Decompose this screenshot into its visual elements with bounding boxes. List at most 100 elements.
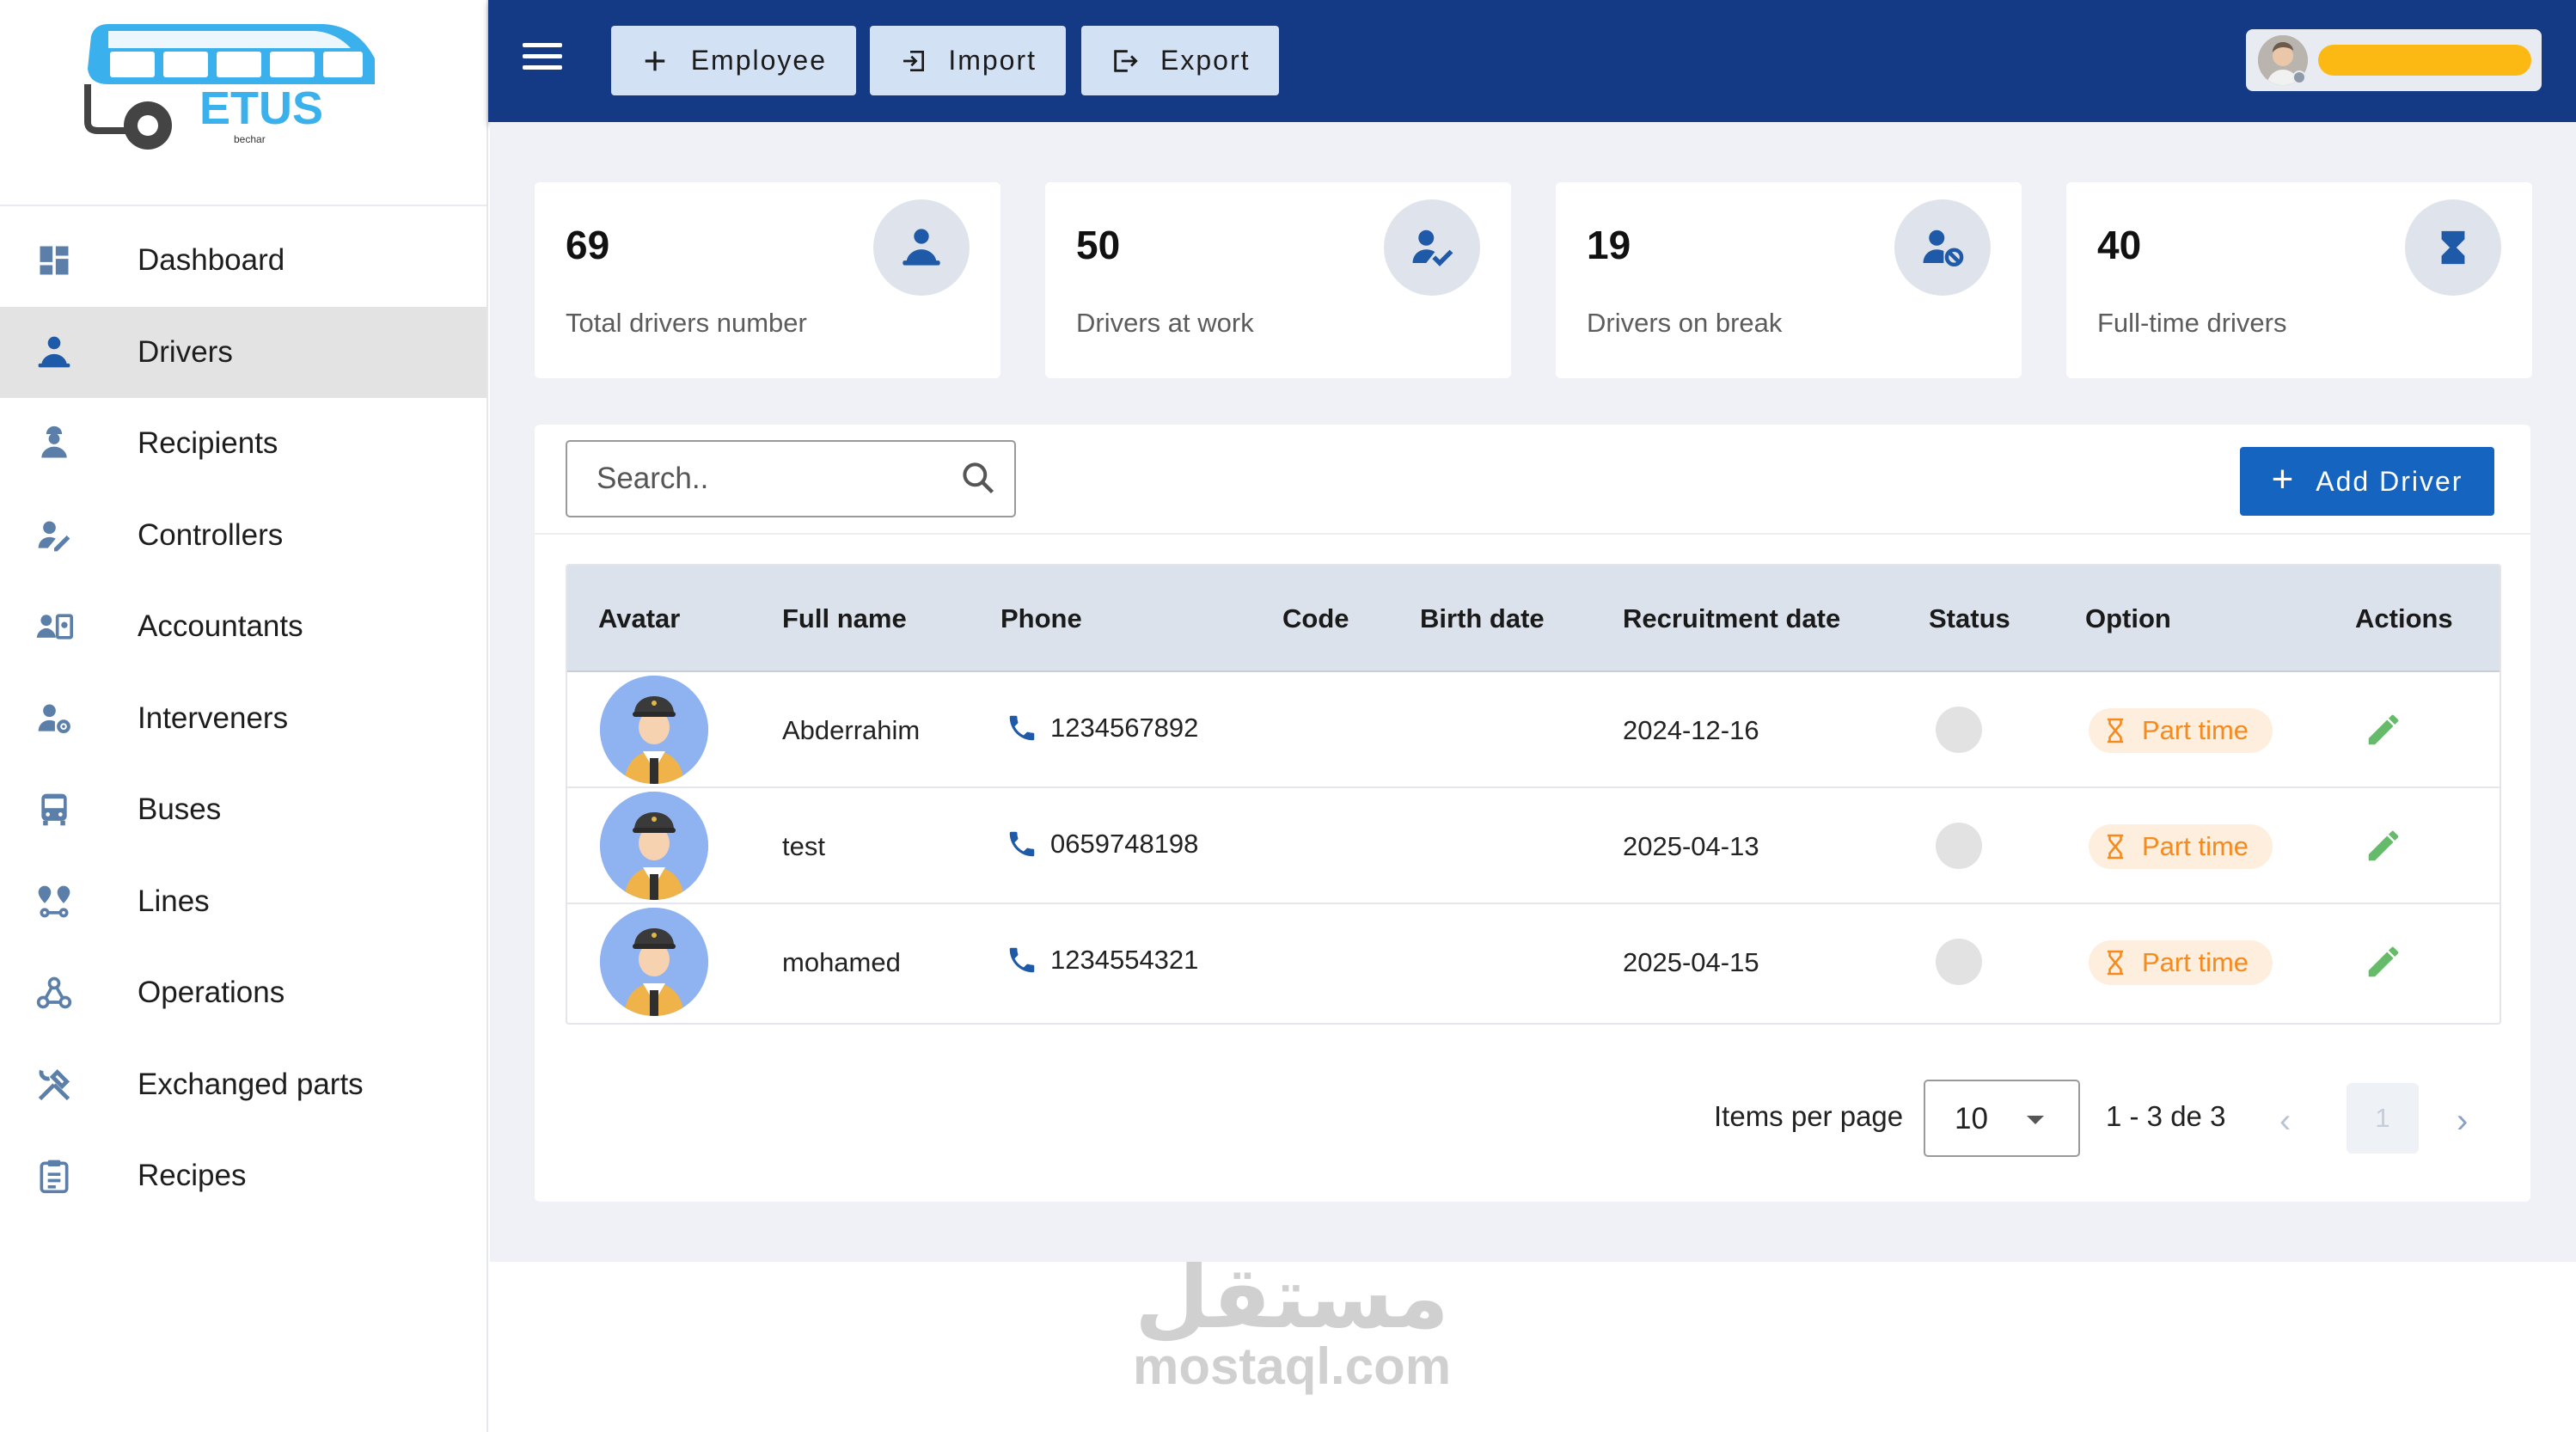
column-header-actions: Actions	[2355, 603, 2453, 633]
column-header-birth-date[interactable]: Birth date	[1420, 603, 1545, 634]
edit-icon[interactable]	[2364, 710, 2403, 750]
accountant-icon	[33, 605, 76, 648]
sidebar-item-label: Recipes	[138, 1159, 247, 1193]
sidebar: ETUS bechar Dashboard Drivers Recipients	[0, 0, 488, 1432]
driver-icon	[873, 199, 970, 296]
column-header-recruitment-date[interactable]: Recruitment date	[1623, 603, 1840, 634]
sidebar-item-buses[interactable]: Buses	[0, 764, 486, 856]
stat-value: 69	[566, 223, 610, 267]
stat-label: Full-time drivers	[2097, 308, 2287, 338]
driver-full-name: mohamed	[782, 947, 901, 977]
hourglass-icon	[2107, 950, 2124, 976]
logo[interactable]: ETUS bechar	[0, 0, 486, 206]
sidebar-item-lines[interactable]: Lines	[0, 856, 486, 948]
driver-avatar	[600, 676, 708, 784]
status-dot	[2292, 70, 2306, 84]
sidebar-item-dashboard[interactable]: Dashboard	[0, 215, 486, 307]
column-header-phone[interactable]: Phone	[1000, 603, 1082, 634]
stat-label: Total drivers number	[566, 308, 807, 338]
sidebar-item-interveners[interactable]: Interveners	[0, 673, 486, 765]
hourglass-icon	[2107, 718, 2124, 744]
add-employee-label: Employee	[690, 45, 827, 76]
export-button[interactable]: Export	[1081, 26, 1279, 95]
sidebar-item-recipes[interactable]: Recipes	[0, 1130, 486, 1222]
table-row[interactable]: mohamed 1234554321 2025-04-15 Part time	[567, 904, 2500, 1020]
operations-icon	[33, 971, 76, 1014]
search-icon[interactable]	[959, 459, 997, 501]
edit-icon[interactable]	[2364, 826, 2403, 866]
sidebar-item-label: Dashboard	[138, 243, 285, 278]
driver-full-name: Abderrahim	[782, 715, 921, 745]
import-label: Import	[948, 45, 1037, 76]
chevron-left-icon[interactable]: ‹	[2279, 1102, 2291, 1141]
worker-icon	[33, 422, 76, 465]
import-icon	[899, 46, 927, 76]
status-indicator	[1936, 707, 1982, 753]
table-row[interactable]: test 0659748198 2025-04-13 Part time	[567, 788, 2500, 904]
option-label: Part time	[2142, 947, 2249, 977]
stat-value: 19	[1587, 223, 1631, 267]
phone-icon	[1009, 947, 1035, 973]
items-per-page-select[interactable]: 10	[1924, 1080, 2080, 1157]
column-header-code[interactable]: Code	[1282, 603, 1349, 634]
table-header: Avatar Full name Phone Code Birth date R…	[567, 566, 2500, 672]
pagination-range: 1 - 3 de 3	[2106, 1100, 2226, 1132]
column-header-option[interactable]: Option	[2085, 603, 2171, 634]
export-label: Export	[1160, 45, 1251, 76]
drivers-table: Avatar Full name Phone Code Birth date R…	[566, 564, 2501, 1025]
sidebar-item-drivers[interactable]: Drivers	[0, 306, 486, 398]
search-input[interactable]	[566, 440, 1016, 517]
logo-subtext: bechar	[234, 133, 266, 145]
hourglass-icon	[2405, 199, 2501, 296]
add-driver-button[interactable]: + Add Driver	[2240, 447, 2494, 516]
phone-number: 0659748198	[1050, 829, 1199, 859]
driver-phone: 1234554321	[1006, 944, 1198, 976]
sidebar-item-exchanged-parts[interactable]: Exchanged parts	[0, 1039, 486, 1131]
main-content: 69 Total drivers number 50 Drivers at wo…	[490, 122, 2576, 1262]
stat-value: 50	[1076, 223, 1121, 267]
status-indicator	[1936, 823, 1982, 869]
option-label: Part time	[2142, 831, 2249, 861]
chevron-down-icon	[2027, 1116, 2044, 1124]
driver-icon	[33, 331, 76, 374]
table-row[interactable]: Abderrahim 1234567892 2024-12-16 Part ti…	[567, 672, 2500, 788]
watermark-latin: mostaql.com	[1133, 1337, 1452, 1395]
hourglass-icon	[2107, 834, 2124, 860]
tools-icon	[33, 1063, 76, 1106]
sidebar-nav: Dashboard Drivers Recipients Controllers…	[0, 206, 486, 1222]
menu-icon[interactable]	[523, 43, 562, 77]
edit-icon[interactable]	[2364, 942, 2403, 982]
bus-logo-icon: ETUS bechar	[84, 24, 375, 150]
add-driver-label: Add Driver	[2316, 465, 2463, 497]
column-header-avatar[interactable]: Avatar	[598, 603, 680, 634]
phone-icon	[1009, 715, 1035, 741]
page-number[interactable]: 1	[2347, 1083, 2419, 1154]
stat-card-drivers-at-work: 50 Drivers at work	[1045, 182, 1511, 378]
sidebar-item-controllers[interactable]: Controllers	[0, 490, 486, 582]
sidebar-item-accountants[interactable]: Accountants	[0, 581, 486, 673]
logo-text: ETUS	[199, 83, 323, 134]
import-button[interactable]: Import	[870, 26, 1066, 95]
column-header-status[interactable]: Status	[1929, 603, 2010, 634]
add-employee-button[interactable]: Employee	[611, 26, 856, 95]
driver-recruitment-date: 2025-04-15	[1623, 947, 1759, 977]
watermark: مستقل mostaql.com	[1133, 1255, 1451, 1392]
driver-phone: 1234567892	[1006, 712, 1198, 744]
driver-full-name: test	[782, 831, 825, 861]
sidebar-item-label: Drivers	[138, 334, 233, 369]
stat-value: 40	[2097, 223, 2142, 267]
chevron-right-icon[interactable]: ›	[2457, 1102, 2468, 1141]
user-menu[interactable]	[2246, 29, 2542, 91]
sidebar-item-label: Interveners	[138, 701, 289, 735]
stat-card-total-drivers: 69 Total drivers number	[535, 182, 1000, 378]
bus-icon	[33, 788, 76, 831]
sidebar-item-operations[interactable]: Operations	[0, 947, 486, 1039]
sidebar-item-recipients[interactable]: Recipients	[0, 398, 486, 490]
clipboard-icon	[33, 1154, 76, 1197]
column-header-full-name[interactable]: Full name	[782, 603, 907, 634]
dashboard-icon	[33, 239, 76, 282]
option-badge: Part time	[2089, 824, 2273, 869]
user-name-redacted	[2318, 45, 2531, 76]
sidebar-item-label: Recipients	[138, 426, 278, 461]
option-badge: Part time	[2089, 940, 2273, 985]
